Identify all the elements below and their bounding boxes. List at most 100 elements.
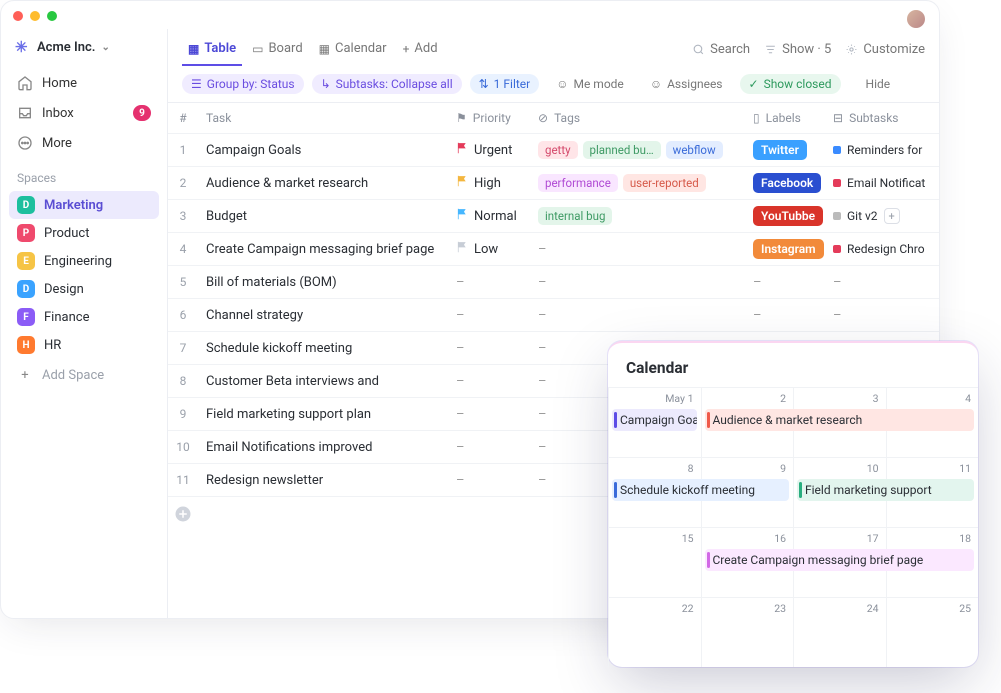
calendar-cell[interactable]: 15: [608, 527, 701, 597]
col-priority[interactable]: ⚑Priority: [448, 111, 530, 125]
tab-board[interactable]: ▭ Board: [246, 33, 309, 66]
calendar-event[interactable]: Field marketing support: [797, 479, 974, 501]
task-name[interactable]: Schedule kickoff meeting: [198, 341, 448, 356]
calendar-cell[interactable]: 25: [886, 597, 979, 667]
tab-calendar[interactable]: ▦ Calendar: [313, 33, 393, 66]
priority-cell[interactable]: –: [448, 374, 530, 389]
priority-cell[interactable]: Normal: [448, 208, 530, 224]
close-icon[interactable]: [13, 11, 23, 21]
priority-cell[interactable]: –: [448, 341, 530, 356]
minimize-icon[interactable]: [30, 11, 40, 21]
table-row[interactable]: 4Create Campaign messaging brief pageLow…: [168, 233, 939, 266]
tab-add[interactable]: + Add: [397, 33, 444, 66]
priority-cell[interactable]: –: [448, 473, 530, 488]
tags-cell[interactable]: –: [530, 275, 745, 290]
task-name[interactable]: Customer Beta interviews and: [198, 374, 448, 389]
zoom-icon[interactable]: [47, 11, 57, 21]
tags-cell[interactable]: –: [530, 308, 745, 323]
task-name[interactable]: Audience & market research: [198, 176, 448, 191]
task-name[interactable]: Email Notifications improved: [198, 440, 448, 455]
closed-chip[interactable]: ✓Show closed: [740, 74, 841, 94]
task-name[interactable]: Campaign Goals: [198, 143, 448, 158]
tag-chip[interactable]: user-reported: [623, 174, 706, 192]
subtasks-cell[interactable]: –: [825, 275, 935, 290]
label-chip[interactable]: Twitter: [753, 140, 807, 160]
group-chip[interactable]: ☰Group by: Status: [182, 74, 304, 94]
sidebar-item-product[interactable]: PProduct: [9, 219, 159, 247]
add-space-button[interactable]: + Add Space: [9, 361, 159, 389]
table-row[interactable]: 2Audience & market researchHighperforman…: [168, 167, 939, 200]
col-labels[interactable]: ▯Labels: [745, 111, 825, 125]
table-row[interactable]: 6Channel strategy––––: [168, 299, 939, 332]
task-name[interactable]: Create Campaign messaging brief page: [198, 242, 448, 257]
calendar-event[interactable]: Campaign Goals: [612, 409, 697, 431]
label-chip[interactable]: Facebook: [753, 173, 821, 193]
calendar-cell[interactable]: 23: [701, 597, 794, 667]
labels-cell[interactable]: –: [745, 275, 825, 290]
subtasks-cell[interactable]: Reminders for: [825, 143, 935, 157]
me-mode-chip[interactable]: ☺Me mode: [547, 74, 633, 94]
nav-inbox[interactable]: Inbox 9: [9, 99, 159, 127]
label-chip[interactable]: YouTubbe: [753, 206, 823, 226]
col-tags[interactable]: ⊘Tags: [530, 111, 745, 125]
label-chip[interactable]: Instagram: [753, 239, 824, 259]
table-row[interactable]: 3BudgetNormalinternal bugYouTubbeGit v2+: [168, 200, 939, 233]
subtasks-chip[interactable]: ↳Subtasks: Collapse all: [312, 74, 462, 94]
labels-cell[interactable]: Instagram: [745, 239, 825, 259]
subtasks-cell[interactable]: –: [825, 308, 935, 323]
task-name[interactable]: Budget: [198, 209, 448, 224]
col-task[interactable]: Task: [198, 111, 448, 125]
tag-chip[interactable]: planned bu…: [583, 141, 661, 159]
filter-chip[interactable]: ⇅1 Filter: [470, 74, 540, 94]
labels-cell[interactable]: –: [745, 308, 825, 323]
task-name[interactable]: Redesign newsletter: [198, 473, 448, 488]
subtasks-cell[interactable]: Email Notificat: [825, 176, 935, 190]
tag-chip[interactable]: getty: [538, 141, 578, 159]
plus-icon[interactable]: +: [884, 208, 900, 224]
calendar-event[interactable]: Create Campaign messaging brief page: [705, 549, 975, 571]
task-name[interactable]: Channel strategy: [198, 308, 448, 323]
workspace-switcher[interactable]: Acme Inc. ⌄: [9, 35, 159, 59]
sidebar-item-marketing[interactable]: DMarketing: [9, 191, 159, 219]
tags-cell[interactable]: –: [530, 242, 745, 257]
calendar-cell[interactable]: 24: [793, 597, 886, 667]
col-subtasks[interactable]: ⊟Subtasks: [825, 111, 935, 125]
calendar-event[interactable]: Schedule kickoff meeting: [612, 479, 789, 501]
priority-cell[interactable]: Urgent: [448, 142, 530, 158]
subtasks-cell[interactable]: Git v2+: [825, 208, 935, 224]
labels-cell[interactable]: Facebook: [745, 173, 825, 193]
task-name[interactable]: Field marketing support plan: [198, 407, 448, 422]
show-button[interactable]: Show · 5: [764, 42, 831, 57]
priority-cell[interactable]: –: [448, 275, 530, 290]
search-button[interactable]: Search: [692, 42, 750, 57]
col-index[interactable]: #: [168, 111, 198, 125]
sidebar-item-finance[interactable]: FFinance: [9, 303, 159, 331]
hide-chip[interactable]: Hide: [857, 74, 900, 94]
avatar[interactable]: [907, 10, 925, 28]
sidebar-item-engineering[interactable]: EEngineering: [9, 247, 159, 275]
priority-cell[interactable]: High: [448, 175, 530, 191]
priority-cell[interactable]: Low: [448, 241, 530, 257]
sidebar-item-design[interactable]: DDesign: [9, 275, 159, 303]
priority-cell[interactable]: –: [448, 308, 530, 323]
table-row[interactable]: 5Bill of materials (BOM)––––: [168, 266, 939, 299]
table-row[interactable]: 1Campaign GoalsUrgentgettyplanned bu…web…: [168, 134, 939, 167]
calendar-cell[interactable]: 22: [608, 597, 701, 667]
nav-home[interactable]: Home: [9, 69, 159, 97]
tag-chip[interactable]: performance: [538, 174, 618, 192]
priority-cell[interactable]: –: [448, 440, 530, 455]
nav-more[interactable]: More: [9, 129, 159, 157]
subtask-chip[interactable]: Redesign Chro: [833, 242, 927, 256]
customize-button[interactable]: Customize: [845, 42, 925, 57]
labels-cell[interactable]: Twitter: [745, 140, 825, 160]
tag-chip[interactable]: internal bug: [538, 207, 612, 225]
subtask-chip[interactable]: Email Notificat: [833, 176, 927, 190]
tab-table[interactable]: ▦ Table: [182, 33, 242, 66]
priority-cell[interactable]: –: [448, 407, 530, 422]
subtask-chip[interactable]: Git v2+: [833, 208, 927, 224]
subtask-chip[interactable]: Reminders for: [833, 143, 927, 157]
assignees-chip[interactable]: ☺Assignees: [641, 74, 732, 94]
tags-cell[interactable]: internal bug: [530, 207, 745, 225]
task-name[interactable]: Bill of materials (BOM): [198, 275, 448, 290]
labels-cell[interactable]: YouTubbe: [745, 206, 825, 226]
